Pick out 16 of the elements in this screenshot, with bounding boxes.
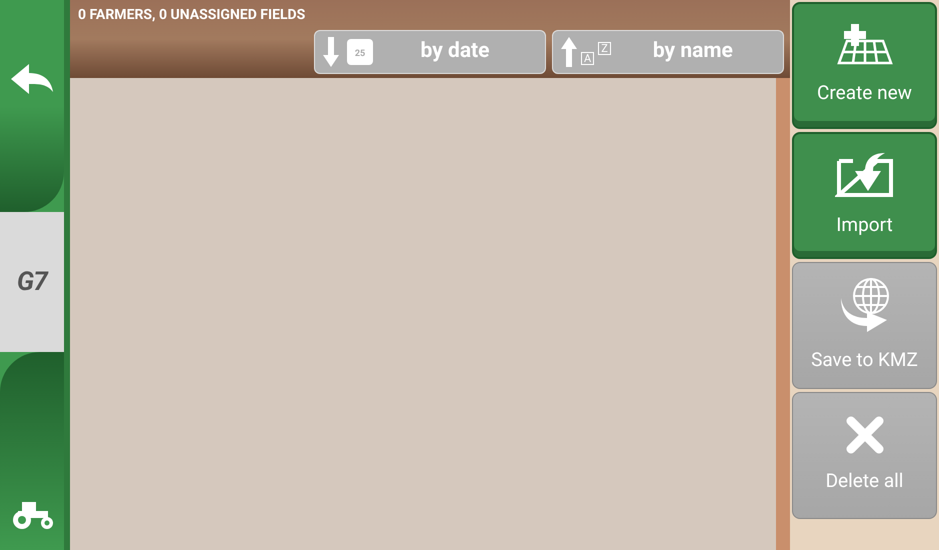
action-button[interactable]: Create new: [792, 2, 937, 129]
summary-text: 0 FARMERS, 0 UNASSIGNED FIELDS: [77, 6, 306, 24]
close-icon: [844, 415, 884, 456]
tray-down-arrow-icon: [834, 151, 894, 200]
sort-button[interactable]: 25 by date: [314, 30, 546, 74]
calendar-icon: 25: [347, 39, 373, 65]
down-arrow-icon: [323, 37, 339, 67]
back-arrow-icon[interactable]: [9, 62, 55, 96]
logo: G7: [16, 266, 48, 298]
sort-letter: A: [581, 52, 594, 64]
sort-letter: Z: [598, 42, 611, 54]
grid-plus-icon: [834, 23, 894, 68]
sort-button[interactable]: A Z by name: [552, 30, 784, 74]
up-arrow-icon: [561, 37, 577, 67]
tractor-icon[interactable]: [10, 500, 54, 530]
action-button[interactable]: Import: [792, 132, 937, 259]
